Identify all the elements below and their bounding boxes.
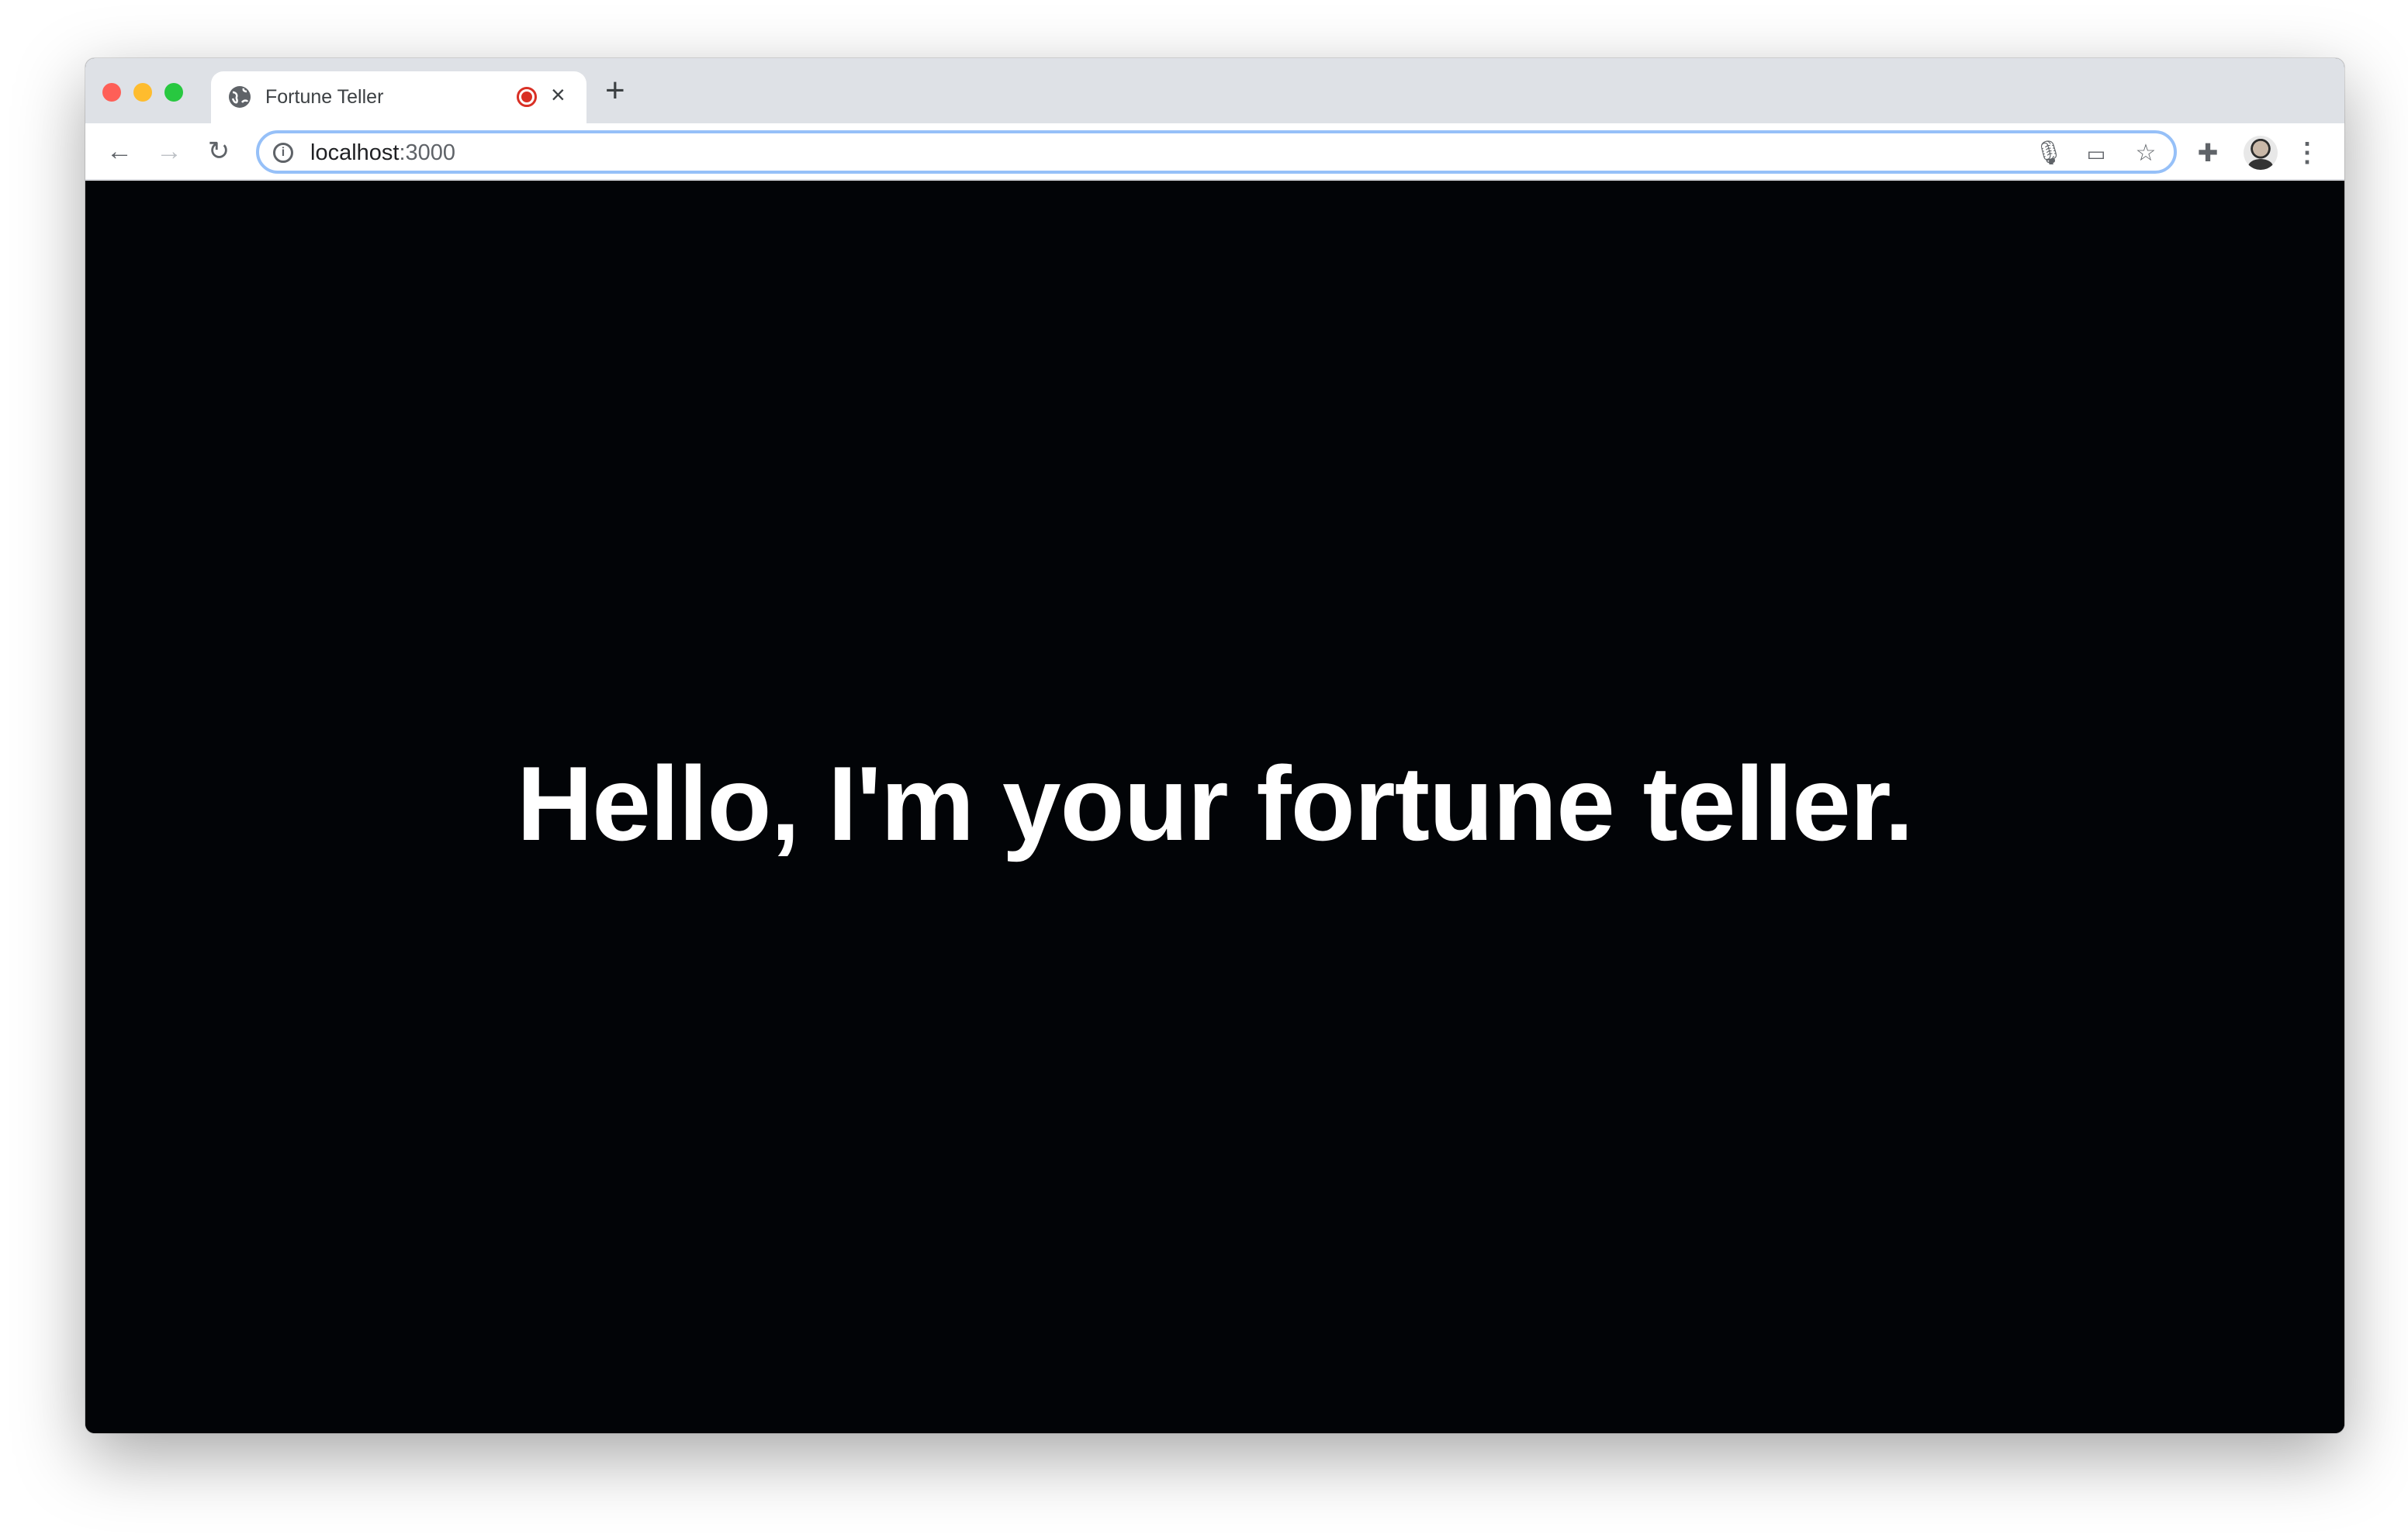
close-window-button[interactable]	[102, 83, 121, 102]
tab-title: Fortune Teller	[265, 86, 384, 108]
minimize-window-button[interactable]	[133, 83, 152, 102]
maximize-window-button[interactable]	[164, 83, 183, 102]
recording-icon	[517, 87, 537, 107]
url-port: :3000	[399, 140, 456, 165]
forward-icon[interactable]: →	[154, 136, 185, 167]
star-icon[interactable]: ☆	[2132, 140, 2160, 168]
page-heading: Hello, I'm your fortune teller.	[517, 744, 1914, 862]
microphone-icon[interactable]: 🎙︎	[2034, 140, 2064, 168]
avatar[interactable]	[2244, 136, 2278, 170]
cast-icon[interactable]: ▭	[2082, 140, 2110, 168]
back-icon[interactable]: ←	[104, 136, 135, 167]
reload-icon[interactable]: ↻	[203, 136, 234, 167]
tab-close-button[interactable]: ×	[551, 81, 566, 109]
toolbar: ← → ↻ i localhost:3000 🎙︎ ▭ ☆ ✚ ⋮	[85, 123, 2344, 181]
globe-icon	[229, 86, 251, 108]
address-bar[interactable]: i localhost:3000 🎙︎ ▭ ☆	[256, 130, 2177, 174]
url-host: localhost	[310, 140, 400, 165]
new-tab-button[interactable]: +	[605, 74, 625, 108]
browser-window: Fortune Teller × + ← → ↻ i localhost:300…	[85, 58, 2344, 1433]
tab-fortune-teller[interactable]: Fortune Teller ×	[211, 71, 586, 123]
menu-icon[interactable]: ⋮	[2292, 137, 2323, 168]
url-text: localhost:3000	[310, 140, 455, 166]
page-content: Hello, I'm your fortune teller.	[85, 181, 2344, 1433]
info-icon[interactable]: i	[273, 143, 293, 163]
tab-bar: Fortune Teller × +	[85, 58, 2344, 123]
extensions-icon[interactable]: ✚	[2192, 137, 2223, 168]
